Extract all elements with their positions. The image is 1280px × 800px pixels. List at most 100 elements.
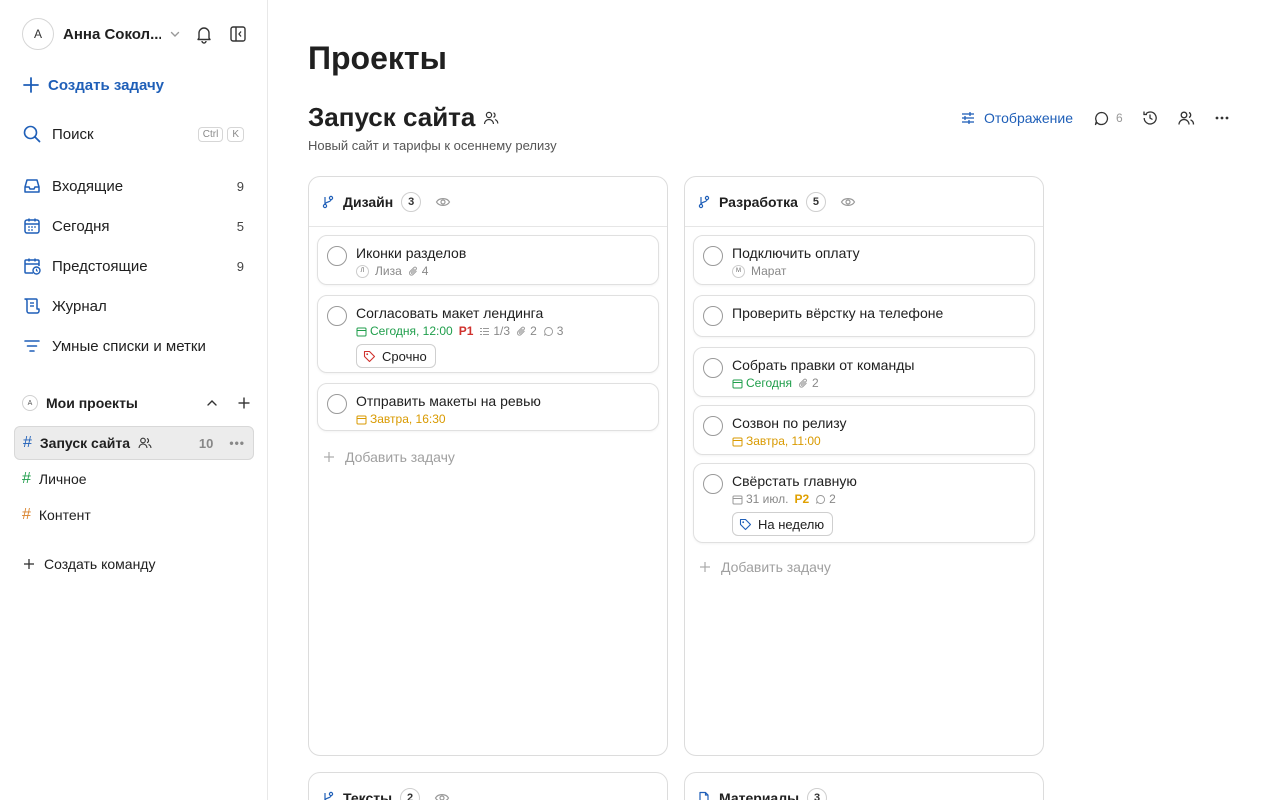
add-task-button[interactable]: Добавить задачу <box>699 559 831 575</box>
subtasks-count: 1/3 <box>493 324 511 338</box>
task-card[interactable]: Подключить оплату М Марат <box>693 235 1035 285</box>
search-icon <box>22 124 42 144</box>
more-icon[interactable] <box>1213 109 1231 127</box>
bell-icon[interactable] <box>194 24 214 44</box>
task-comments: 2 <box>815 492 836 506</box>
column-count: 3 <box>807 788 828 800</box>
task-attachments: 2 <box>798 376 819 390</box>
create-team-button[interactable]: Создать команду <box>22 556 155 572</box>
task-tag[interactable]: Срочно <box>356 344 436 368</box>
tag-icon <box>739 518 752 530</box>
task-card[interactable]: Собрать правки от команды Сегодня 2 <box>693 347 1035 397</box>
create-team-label: Создать команду <box>44 556 156 572</box>
project-toolbar: Отображение 6 <box>960 108 1231 128</box>
sidebar-item-label: Журнал <box>52 297 107 315</box>
task-comments: 3 <box>543 324 564 338</box>
branch-icon <box>322 195 334 208</box>
priority-badge: P1 <box>458 324 474 338</box>
tag-label: На неделю <box>758 516 825 532</box>
project-item-personal[interactable]: # Личное <box>14 462 254 496</box>
task-meta: Сегодня, 12:00 P1 1/3 2 3 <box>356 324 563 338</box>
sidebar-item-label: Сегодня <box>52 217 110 235</box>
task-checkbox[interactable] <box>327 246 347 266</box>
user-menu[interactable]: A Анна Сокол... <box>22 18 252 50</box>
task-card[interactable]: Проверить вёрстку на телефоне <box>693 295 1035 337</box>
comments-button[interactable]: 6 <box>1093 110 1123 127</box>
add-task-label: Добавить задачу <box>345 449 455 465</box>
sliders-icon <box>962 112 974 124</box>
add-task-label: Добавить задачу <box>721 559 831 575</box>
task-card[interactable]: Свёрстать главную 31 июл. P2 2 На неделю <box>693 463 1035 543</box>
column-header[interactable]: Разработка 5 <box>685 177 1043 227</box>
task-date: Сегодня, 12:00 <box>356 324 453 338</box>
column-title: Дизайн <box>343 193 394 210</box>
sidebar-item-today[interactable]: Сегодня 5 <box>22 212 244 240</box>
add-task-button[interactable]: Добавить задачу <box>323 449 455 465</box>
task-date-label: Завтра, 11:00 <box>746 434 821 448</box>
eye-icon[interactable] <box>840 194 856 210</box>
task-tag[interactable]: На неделю <box>732 512 834 536</box>
column-header[interactable]: Дизайн 3 <box>309 177 667 227</box>
chevron-up-icon[interactable] <box>204 395 220 411</box>
paperclip-icon <box>517 326 525 335</box>
view-options-button[interactable]: Отображение <box>960 110 1073 126</box>
calendar-icon <box>356 415 367 424</box>
column-title: Разработка <box>719 193 798 210</box>
calendar-icon <box>732 437 743 446</box>
task-title: Проверить вёрстку на телефоне <box>732 305 944 321</box>
column-header[interactable]: Материалы 3 <box>685 773 1043 800</box>
project-item-launch[interactable]: # Запуск сайта 10 ••• <box>14 426 254 460</box>
task-card[interactable]: Иконки разделов Л Лиза 4 <box>317 235 659 285</box>
task-card[interactable]: Созвон по релизу Завтра, 11:00 <box>693 405 1035 455</box>
hash-icon: # <box>22 470 31 487</box>
plus-icon <box>24 559 34 569</box>
task-checkbox[interactable] <box>703 358 723 378</box>
comment-icon <box>816 494 826 504</box>
task-checkbox[interactable] <box>703 306 723 326</box>
task-card[interactable]: Отправить макеты на ревью Завтра, 16:30 <box>317 383 659 431</box>
sidebar-item-count: 9 <box>236 178 244 194</box>
sidebar-toggle-icon[interactable] <box>228 24 248 44</box>
chevron-down-icon <box>167 26 183 42</box>
task-date: Завтра, 16:30 <box>356 412 446 426</box>
sidebar-item-label: Входящие <box>52 177 124 195</box>
task-checkbox[interactable] <box>703 416 723 436</box>
sidebar-item-count: 5 <box>236 218 244 234</box>
search-button[interactable]: Поиск Ctrl K <box>22 120 244 148</box>
create-task-label: Создать задачу <box>48 76 164 94</box>
my-projects-header[interactable]: A Мои проекты <box>22 392 252 414</box>
column-header[interactable]: Тексты 2 <box>309 773 667 800</box>
eye-icon[interactable] <box>434 790 450 800</box>
tag-icon <box>363 350 376 362</box>
add-project-icon[interactable] <box>236 395 252 411</box>
more-icon[interactable]: ••• <box>229 436 245 450</box>
sidebar-item-inbox[interactable]: Входящие 9 <box>22 172 244 200</box>
shortcut-key: K <box>227 126 244 142</box>
sidebar-item-smart-lists[interactable]: Умные списки и метки <box>22 332 244 360</box>
share-team-icon[interactable] <box>1177 109 1195 127</box>
eye-icon[interactable] <box>435 194 451 210</box>
avatar: A <box>22 18 54 50</box>
task-checkbox[interactable] <box>703 246 723 266</box>
task-checkbox[interactable] <box>327 394 347 414</box>
sidebar-item-journal[interactable]: Журнал <box>22 292 244 320</box>
history-icon[interactable] <box>1141 109 1159 127</box>
task-checkbox[interactable] <box>327 306 347 326</box>
task-title: Свёрстать главную <box>732 473 857 489</box>
task-checkbox[interactable] <box>703 474 723 494</box>
comments-count: 2 <box>829 492 836 506</box>
filter-icon <box>22 336 42 356</box>
search-shortcut: Ctrl K <box>197 126 244 142</box>
user-name: Анна Сокол... <box>63 25 161 43</box>
comments-count: 3 <box>556 324 564 338</box>
project-item-content[interactable]: # Контент <box>14 498 254 532</box>
create-task-button[interactable]: Создать задачу <box>22 76 164 94</box>
attachments-count: 2 <box>530 324 537 338</box>
sidebar: A Анна Сокол... Создать задачу Поиск Ctr… <box>0 0 268 800</box>
project-count: 10 <box>198 435 214 451</box>
task-date: 31 июл. <box>732 492 788 506</box>
task-card[interactable]: Согласовать макет лендинга Сегодня, 12:0… <box>317 295 659 373</box>
sidebar-item-upcoming[interactable]: Предстоящие 9 <box>22 252 244 280</box>
comments-count: 6 <box>1116 111 1123 125</box>
calendar-icon <box>732 379 743 388</box>
